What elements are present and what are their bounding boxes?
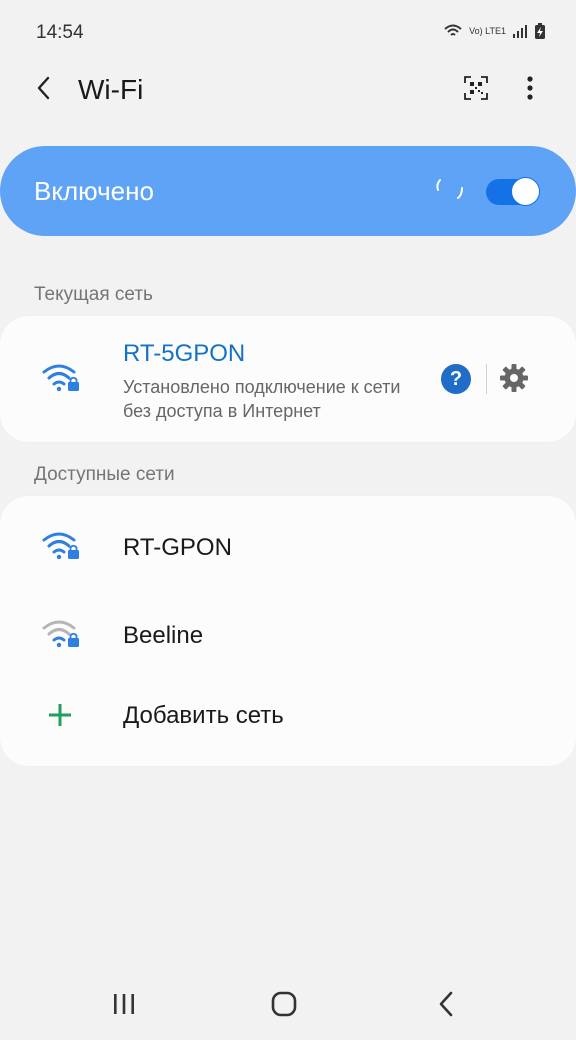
chevron-left-icon	[36, 76, 52, 105]
available-networks-card: RT-GPON Beeline Добавить сеть	[0, 496, 576, 766]
battery-charging-icon	[534, 22, 546, 40]
current-network-header: Текущая сеть	[34, 284, 153, 305]
gear-icon	[499, 363, 529, 398]
wifi-switch[interactable]	[486, 174, 540, 208]
current-network-card[interactable]: RT-5GPON Установлено подключение к сети …	[0, 316, 576, 442]
status-time: 14:54	[36, 22, 84, 43]
page-title: Wi-Fi	[78, 74, 144, 105]
system-back-button[interactable]	[426, 990, 466, 1022]
network-name: RT-GPON	[123, 534, 232, 561]
qr-scan-button[interactable]	[460, 74, 492, 106]
network-row-beeline[interactable]: Beeline	[0, 592, 576, 676]
network-row-rt-gpon[interactable]: RT-GPON	[0, 504, 576, 588]
qr-code-icon	[464, 75, 488, 105]
scanning-spinner-icon	[432, 176, 466, 206]
wifi-signal-icon	[443, 23, 463, 39]
wifi-secured-icon	[42, 528, 82, 567]
recents-button[interactable]	[104, 990, 144, 1022]
current-network-name: RT-5GPON	[123, 340, 246, 367]
current-network-status: Установлено подключение к сети без досту…	[123, 377, 401, 421]
network-name: Beeline	[123, 622, 204, 649]
more-options-button[interactable]	[516, 74, 544, 106]
home-icon	[271, 991, 297, 1022]
home-button[interactable]	[264, 990, 304, 1022]
lte-label: Vo) LTE1	[469, 25, 506, 36]
more-vertical-icon	[527, 75, 533, 105]
wifi-secured-icon	[42, 360, 82, 399]
help-button[interactable]: ?	[441, 364, 471, 394]
system-nav-bar	[0, 970, 576, 1040]
available-networks-header: Доступные сети	[34, 464, 175, 485]
divider	[486, 364, 487, 394]
back-button[interactable]	[28, 74, 60, 106]
recents-icon	[112, 993, 136, 1020]
plus-icon	[48, 703, 72, 727]
app-bar: Wi-Fi	[0, 60, 576, 120]
cell-signal-icon	[512, 23, 528, 39]
switch-thumb	[511, 177, 540, 206]
status-icons: Vo) LTE1	[443, 22, 546, 40]
add-network-button[interactable]: Добавить сеть	[123, 702, 284, 730]
back-icon	[438, 991, 454, 1022]
wifi-secured-icon	[42, 616, 82, 655]
status-bar: 14:54 Vo) LTE1	[0, 0, 576, 60]
network-settings-button[interactable]	[498, 363, 530, 398]
wifi-status-label: Включено	[34, 176, 154, 206]
